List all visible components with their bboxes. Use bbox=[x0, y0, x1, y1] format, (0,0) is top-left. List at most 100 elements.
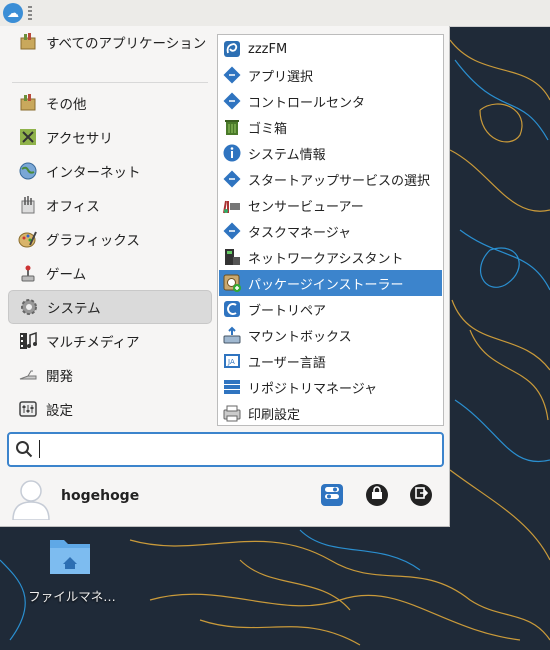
app-label: ユーザー言語 bbox=[248, 355, 326, 371]
app-item-mountbox[interactable]: マウントボックス bbox=[219, 322, 442, 348]
app-item-task-manager[interactable]: タスクマネージャ bbox=[219, 218, 442, 244]
office-icon bbox=[16, 193, 40, 217]
app-item-user-language[interactable]: JA ユーザー言語 bbox=[219, 348, 442, 374]
app-select-icon bbox=[221, 64, 243, 86]
app-label: ネットワークアシスタント bbox=[248, 251, 404, 267]
app-label: タスクマネージャ bbox=[248, 225, 352, 241]
category-item-all[interactable]: すべてのアプリケーション bbox=[8, 26, 210, 58]
category-item-games[interactable]: ゲーム bbox=[8, 257, 210, 289]
system-gear-icon bbox=[17, 295, 41, 319]
settings-toggle-icon bbox=[324, 485, 340, 505]
accessories-icon bbox=[16, 125, 40, 149]
zzzfm-icon bbox=[221, 38, 243, 60]
category-item-office[interactable]: オフィス bbox=[8, 189, 210, 221]
app-label: センサービューアー bbox=[248, 199, 364, 215]
game-joystick-icon bbox=[16, 261, 40, 285]
app-label: ゴミ箱 bbox=[248, 121, 288, 137]
svg-text:JA: JA bbox=[227, 358, 235, 366]
category-item-internet[interactable]: インターネット bbox=[8, 155, 210, 187]
app-item-trash[interactable]: ゴミ箱 bbox=[219, 114, 442, 140]
app-item-sensor-viewer[interactable]: センサービューアー bbox=[219, 192, 442, 218]
app-label: zzzFM bbox=[248, 41, 288, 57]
app-item-startup-services[interactable]: スタートアップサービスの選択 bbox=[219, 166, 442, 192]
settings-icon bbox=[16, 397, 40, 421]
category-label: アクセサリ bbox=[46, 131, 113, 147]
category-label: マルチメディア bbox=[46, 335, 140, 351]
info-icon bbox=[221, 142, 243, 164]
search-box bbox=[7, 432, 444, 467]
desktop-icon-file-manager[interactable]: ファイルマネ… bbox=[22, 532, 122, 604]
app-label: スタートアップサービスの選択 bbox=[248, 173, 431, 189]
other-icon bbox=[16, 91, 40, 115]
app-label: アプリ選択 bbox=[248, 69, 314, 85]
category-label: グラフィックス bbox=[46, 233, 140, 249]
task-manager-icon bbox=[221, 220, 243, 242]
app-item-print-settings[interactable]: 印刷設定 bbox=[219, 400, 442, 426]
lock-icon bbox=[370, 486, 384, 504]
startup-services-icon bbox=[221, 168, 243, 190]
search-input[interactable] bbox=[39, 438, 438, 462]
network-assistant-icon bbox=[221, 246, 243, 268]
app-item-repository-manager[interactable]: リポジトリマネージャ bbox=[219, 374, 442, 400]
category-item-graphics[interactable]: グラフィックス bbox=[8, 223, 210, 255]
category-label: ゲーム bbox=[46, 267, 87, 283]
repository-manager-icon bbox=[221, 376, 243, 398]
all-apps-icon bbox=[16, 30, 40, 54]
category-list: すべてのアプリケーション その他 アクセサリ インターネット オフィス グラフィ… bbox=[0, 26, 215, 426]
category-separator bbox=[12, 82, 208, 83]
category-item-settings[interactable]: 設定 bbox=[8, 393, 210, 425]
app-item-app-select[interactable]: アプリ選択 bbox=[219, 62, 442, 88]
print-settings-icon bbox=[221, 402, 243, 424]
menu-logo-icon: ☁ bbox=[7, 6, 19, 20]
application-menu: すべてのアプリケーション その他 アクセサリ インターネット オフィス グラフィ… bbox=[0, 26, 450, 527]
trash-icon bbox=[221, 116, 243, 138]
app-item-package-installer[interactable]: パッケージインストーラー bbox=[219, 270, 442, 296]
text-cursor bbox=[39, 440, 40, 458]
search-icon bbox=[15, 440, 33, 462]
lock-screen-button[interactable] bbox=[366, 484, 388, 506]
logout-icon bbox=[414, 486, 429, 504]
panel-grip-handle[interactable] bbox=[28, 6, 32, 20]
whisker-menu-button[interactable]: ☁ bbox=[3, 3, 23, 23]
app-label: マウントボックス bbox=[248, 329, 352, 345]
folder-home-icon bbox=[48, 534, 92, 576]
app-item-zzzfm[interactable]: zzzFM bbox=[219, 36, 442, 62]
category-item-development[interactable]: 開発 bbox=[8, 359, 210, 391]
settings-toggle-button[interactable] bbox=[321, 484, 343, 506]
avatar bbox=[10, 476, 52, 521]
app-label: ブートリペア bbox=[248, 303, 327, 319]
logout-button[interactable] bbox=[410, 484, 432, 506]
user-language-icon: JA bbox=[221, 350, 243, 372]
app-item-control-center[interactable]: コントロールセンタ bbox=[219, 88, 442, 114]
desktop-icon-label: ファイルマネ… bbox=[28, 589, 116, 604]
graphics-icon bbox=[16, 227, 40, 251]
app-item-system-info[interactable]: システム情報 bbox=[219, 140, 442, 166]
category-item-accessories[interactable]: アクセサリ bbox=[8, 121, 210, 153]
app-label: パッケージインストーラー bbox=[248, 277, 404, 293]
app-label: システム情報 bbox=[248, 147, 326, 163]
username: hogehoge bbox=[61, 488, 140, 504]
development-icon bbox=[16, 363, 40, 387]
category-label: インターネット bbox=[46, 165, 141, 181]
user-bar: hogehoge bbox=[0, 472, 449, 526]
category-label: オフィス bbox=[46, 199, 100, 215]
app-label: コントロールセンタ bbox=[248, 95, 366, 111]
category-label: 開発 bbox=[46, 369, 73, 385]
mountbox-icon bbox=[221, 324, 243, 346]
control-center-icon bbox=[221, 90, 243, 112]
category-item-multimedia[interactable]: マルチメディア bbox=[8, 325, 210, 357]
app-item-network-assistant[interactable]: ネットワークアシスタント bbox=[219, 244, 442, 270]
app-label: 印刷設定 bbox=[248, 407, 301, 423]
category-label: その他 bbox=[46, 97, 87, 113]
app-label: リポジトリマネージャ bbox=[248, 381, 378, 397]
category-label: システム bbox=[47, 301, 101, 317]
sensor-viewer-icon bbox=[221, 194, 243, 216]
category-label: 設定 bbox=[46, 403, 73, 419]
category-label: すべてのアプリケーション bbox=[46, 36, 207, 52]
app-item-boot-repair[interactable]: ブートリペア bbox=[219, 296, 442, 322]
category-item-system[interactable]: システム bbox=[8, 290, 212, 324]
category-item-other[interactable]: その他 bbox=[8, 87, 210, 119]
internet-globe-icon bbox=[16, 159, 40, 183]
package-installer-icon bbox=[221, 272, 243, 294]
application-list: zzzFM アプリ選択 コントロールセンタ ゴミ箱 システム情報 スタートアップ… bbox=[217, 34, 444, 426]
